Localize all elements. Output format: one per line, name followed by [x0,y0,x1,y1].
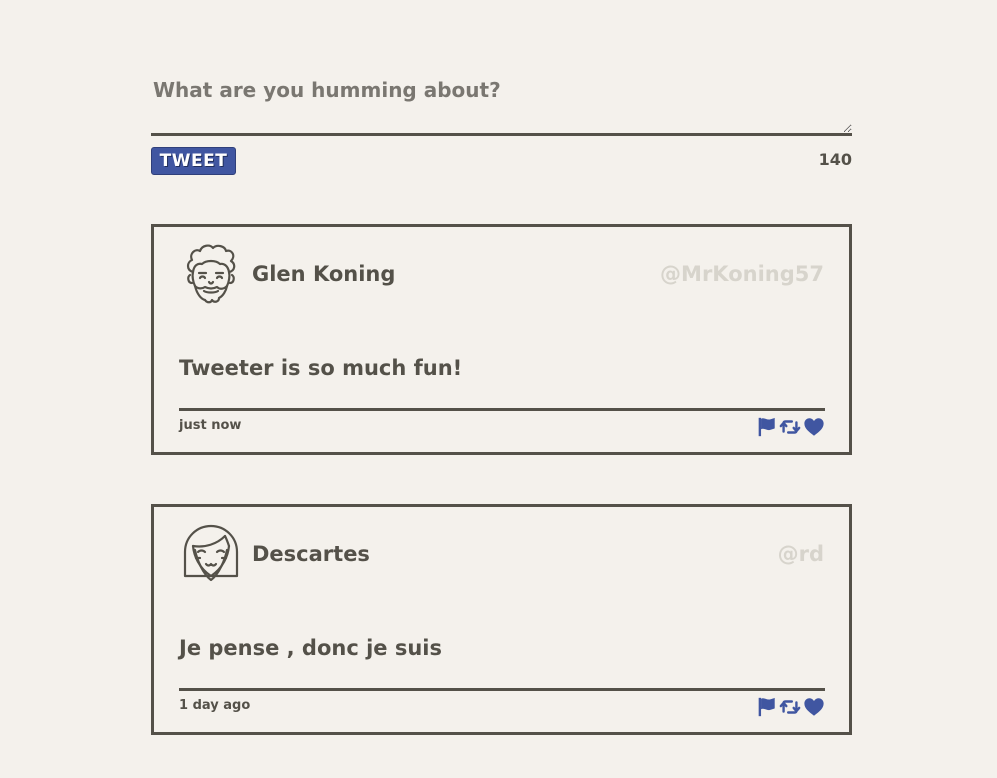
compose-tweet-form: Tweet 140 [151,66,852,176]
tweet-actions [755,416,825,438]
tweet-timestamp: just now [179,418,242,433]
tweet-content: Tweeter is so much fun! [179,356,463,380]
retweet-icon[interactable] [779,696,801,718]
tweet-timestamp: 1 day ago [179,698,251,713]
tweet-card: Descartes @rd Je pense , donc je suis 1 … [151,504,852,735]
flag-icon[interactable] [755,416,777,438]
bob-hair-girl-avatar-icon [179,522,243,586]
tweet-actions [755,696,825,718]
tweet-divider [179,688,825,691]
user-name: Glen Koning [252,262,396,286]
heart-icon[interactable] [803,696,825,718]
tweet-content: Je pense , donc je suis [179,636,443,660]
user-name: Descartes [252,542,370,566]
user-handle: @MrKoning57 [660,262,824,286]
flag-icon[interactable] [755,696,777,718]
compose-toolbar: Tweet 140 [151,136,852,176]
retweet-icon[interactable] [779,416,801,438]
heart-icon[interactable] [803,416,825,438]
tweet-text-input[interactable] [151,66,852,136]
curly-hair-man-avatar-icon [179,242,243,306]
user-handle: @rd [777,542,824,566]
tweet-button[interactable]: Tweet [151,147,236,175]
tweet-divider [179,408,825,411]
tweet-card: Glen Koning @MrKoning57 Tweeter is so mu… [151,224,852,455]
character-counter: 140 [818,150,852,169]
